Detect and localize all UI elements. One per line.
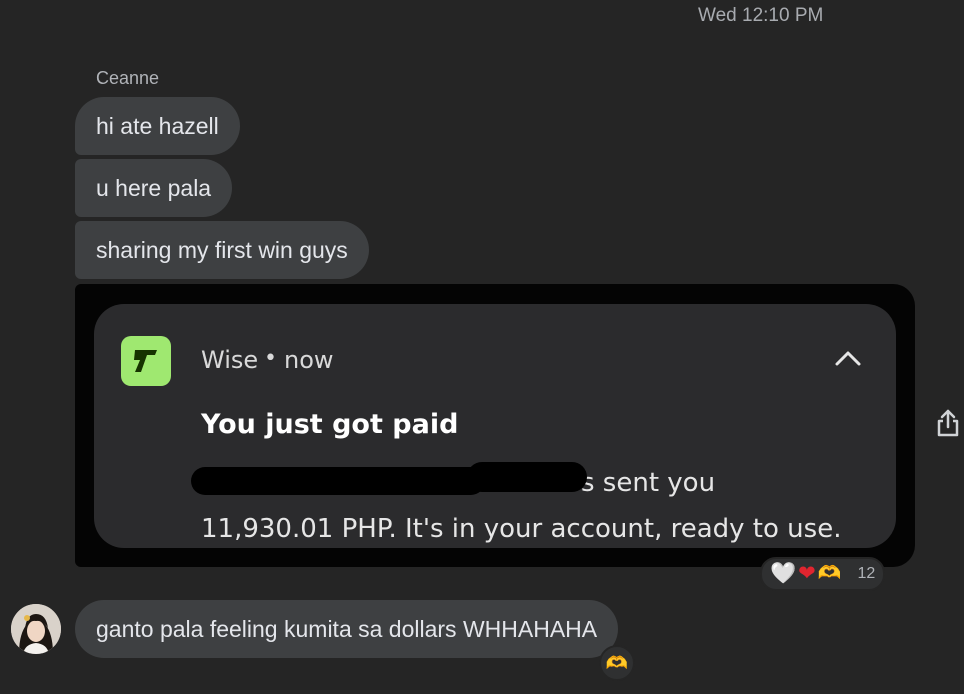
reactions-summary[interactable]: 🤍 ❤ 🫶 12	[760, 557, 886, 591]
notification-title: You just got paid	[201, 409, 459, 440]
message-bubble[interactable]: sharing my first win guys	[75, 221, 369, 279]
notification-time: now	[284, 346, 334, 374]
chevron-up-icon	[830, 340, 866, 376]
redaction-mark	[467, 462, 587, 492]
message-text: sharing my first win guys	[96, 237, 348, 263]
heart-hands-icon[interactable]: 🫶	[599, 645, 635, 681]
notification-separator: •	[264, 346, 277, 371]
message-text: hi ate hazell	[96, 113, 219, 139]
white-heart-icon: 🤍	[770, 562, 797, 585]
message-text: u here pala	[96, 175, 212, 201]
notification-body-line2: 11,930.01 PHP. It's in your account, rea…	[201, 514, 842, 544]
message-timestamp: Wed 12:10 PM	[698, 5, 824, 26]
image-attachment[interactable]: Wise • now You just got paid s sent you …	[75, 284, 915, 567]
message-bubble[interactable]: ganto pala feeling kumita sa dollars WHH…	[75, 600, 619, 658]
avatar[interactable]	[11, 604, 61, 654]
sender-name: Ceanne	[96, 68, 160, 88]
redaction-mark	[191, 467, 485, 495]
notification-card: Wise • now You just got paid s sent you …	[94, 304, 896, 548]
wise-logo-icon	[121, 336, 171, 386]
red-heart-icon: ❤	[798, 562, 816, 585]
message-text: ganto pala feeling kumita sa dollars WHH…	[96, 616, 598, 642]
heart-hands-icon: 🫶	[817, 563, 842, 584]
message-bubble[interactable]: hi ate hazell	[75, 97, 240, 155]
message-bubble[interactable]: u here pala	[75, 159, 233, 217]
reaction-count: 12	[857, 565, 876, 582]
notification-app-name: Wise	[201, 346, 259, 374]
share-icon[interactable]	[934, 408, 962, 440]
